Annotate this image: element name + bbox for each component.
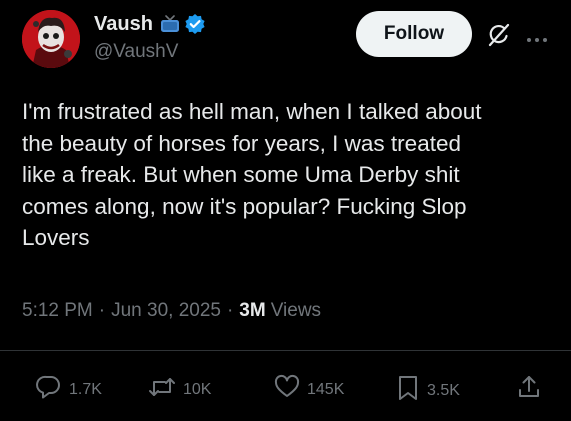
views-count: 3M [239,300,266,321]
post-date[interactable]: Jun 30, 2025 [111,300,221,322]
reply-count: 1.7K [69,380,102,398]
share-button[interactable] [517,374,541,405]
avatar[interactable] [22,10,80,68]
more-icon[interactable] [526,30,548,48]
tv-icon [160,15,180,33]
display-name[interactable]: Vaush [94,13,153,36]
views-label: Views [270,300,322,321]
repost-icon [148,374,176,405]
share-icon [517,374,541,405]
post-meta: 5:12 PM · Jun 30, 2025 · 3M Views [22,300,321,322]
post-text: I'm frustrated as hell man, when I talke… [22,99,482,250]
heart-icon [274,374,300,405]
bookmark-button[interactable]: 3.5K [396,374,460,407]
handle[interactable]: @VaushV [94,41,206,63]
like-count: 145K [307,380,345,398]
divider [0,350,571,351]
meta-separator: · [226,300,234,321]
bookmark-icon [396,374,420,407]
repost-count: 10K [183,380,212,398]
name-row: Vaush [94,10,206,38]
reply-button[interactable]: 1.7K [36,374,102,405]
bookmark-count: 3.5K [427,381,460,399]
like-button[interactable]: 145K [274,374,344,405]
author-block: Vaush @VaushV [94,10,206,63]
repost-button[interactable]: 10K [148,374,211,405]
post-time[interactable]: 5:12 PM [22,300,93,322]
reply-icon [36,374,62,405]
grok-icon[interactable] [486,23,512,52]
post: Vaush @VaushV Follow I'm frustrated as h… [0,0,571,421]
follow-button[interactable]: Follow [356,11,472,57]
meta-separator: · [98,300,106,321]
verified-badge-icon[interactable] [184,13,206,35]
